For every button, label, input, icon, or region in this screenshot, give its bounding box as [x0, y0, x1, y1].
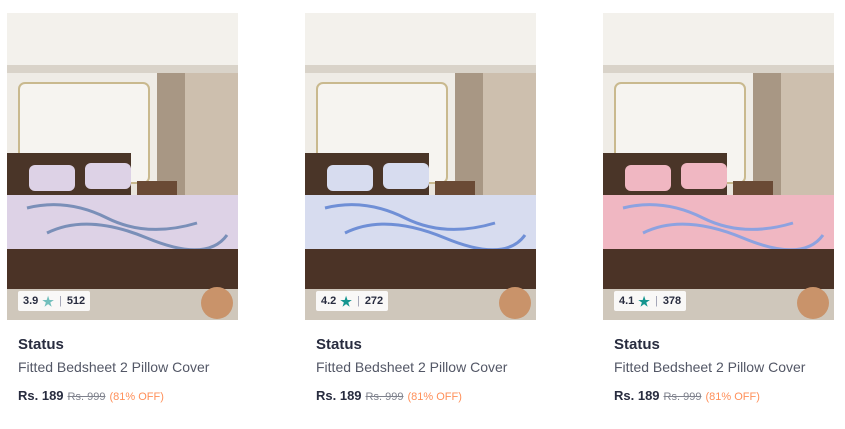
divider: |	[58, 295, 62, 307]
original-price: Rs. 999	[365, 391, 404, 403]
rating-count: 272	[364, 295, 384, 307]
bedroom-photo	[603, 13, 834, 320]
original-price: Rs. 999	[67, 391, 106, 403]
star-icon: ★	[638, 293, 650, 309]
product-brand[interactable]: Status	[614, 336, 834, 353]
original-price: Rs. 999	[663, 391, 702, 403]
product-title[interactable]: Fitted Bedsheet 2 Pillow Cover	[316, 359, 536, 375]
rating-value: 4.2	[321, 295, 337, 307]
product-image[interactable]: 4.1 ★ | 378	[603, 13, 834, 320]
product-title[interactable]: Fitted Bedsheet 2 Pillow Cover	[614, 359, 834, 375]
rating-badge: 4.1 ★ | 378	[614, 291, 687, 311]
price-row: Rs. 189 Rs. 999 (81% OFF)	[614, 388, 834, 403]
discount-percent: (81% OFF)	[705, 391, 760, 403]
rating-badge: 4.2 ★ | 272	[316, 291, 389, 311]
rating-value: 3.9	[23, 295, 39, 307]
discount-percent: (81% OFF)	[109, 391, 164, 403]
product-brand[interactable]: Status	[316, 336, 536, 353]
product-card[interactable]: 3.9 ★ | 512 Status Fitted Bedsheet 2 Pil…	[7, 13, 238, 403]
bedroom-photo	[305, 13, 536, 320]
divider: |	[654, 295, 658, 307]
product-image[interactable]: 4.2 ★ | 272	[305, 13, 536, 320]
product-title[interactable]: Fitted Bedsheet 2 Pillow Cover	[18, 359, 238, 375]
price-row: Rs. 189 Rs. 999 (81% OFF)	[316, 388, 536, 403]
discounted-price: Rs. 189	[316, 388, 362, 403]
divider: |	[356, 295, 360, 307]
rating-count: 512	[66, 295, 86, 307]
star-icon: ★	[340, 293, 352, 309]
discounted-price: Rs. 189	[18, 388, 64, 403]
discounted-price: Rs. 189	[614, 388, 660, 403]
product-brand[interactable]: Status	[18, 336, 238, 353]
bedroom-photo	[7, 13, 238, 320]
rating-badge: 3.9 ★ | 512	[18, 291, 91, 311]
product-card[interactable]: 4.1 ★ | 378 Status Fitted Bedsheet 2 Pil…	[603, 13, 834, 403]
price-row: Rs. 189 Rs. 999 (81% OFF)	[18, 388, 238, 403]
product-card[interactable]: 4.2 ★ | 272 Status Fitted Bedsheet 2 Pil…	[305, 13, 536, 403]
product-image[interactable]: 3.9 ★ | 512	[7, 13, 238, 320]
rating-count: 378	[662, 295, 682, 307]
rating-value: 4.1	[619, 295, 635, 307]
star-icon: ★	[42, 293, 54, 309]
discount-percent: (81% OFF)	[407, 391, 462, 403]
